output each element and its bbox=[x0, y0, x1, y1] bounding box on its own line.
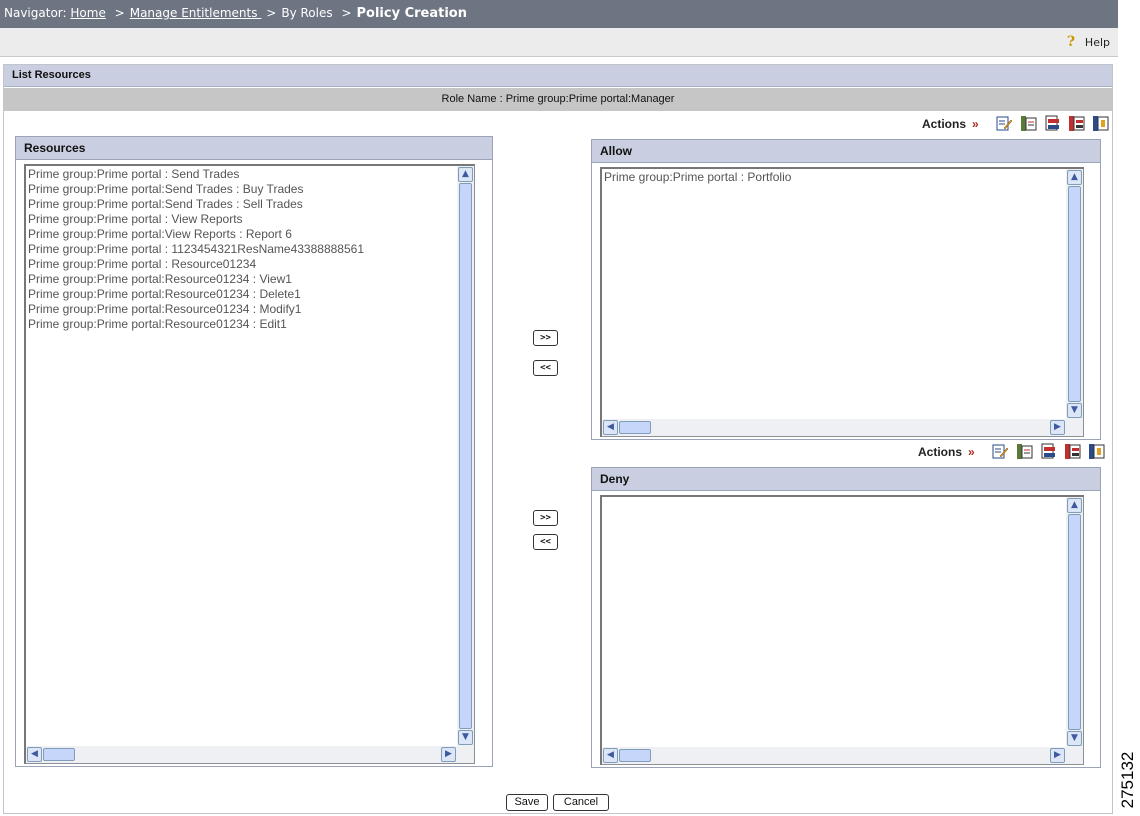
scroll-right-icon[interactable]: ▶ bbox=[1050, 748, 1065, 763]
help-link[interactable]: ? Help bbox=[1067, 35, 1110, 49]
breadcrumb-manage-entitlements-link[interactable]: Manage Entitlements bbox=[130, 6, 262, 20]
scroll-down-icon[interactable]: ▼ bbox=[1067, 403, 1082, 418]
scroll-thumb[interactable] bbox=[619, 421, 651, 434]
resources-horizontal-scrollbar[interactable]: ◀ ▶ bbox=[26, 746, 457, 763]
list-item[interactable]: Prime group:Prime portal : View Reports bbox=[28, 212, 456, 227]
remove-from-deny-button[interactable]: << bbox=[533, 534, 558, 550]
list-item[interactable]: Prime group:Prime portal:Resource01234 :… bbox=[28, 317, 456, 332]
copy-policy-icon[interactable] bbox=[1044, 115, 1061, 132]
delete-policy-icon[interactable] bbox=[1064, 443, 1081, 460]
save-button[interactable]: Save bbox=[506, 794, 548, 811]
deny-horizontal-scrollbar[interactable]: ◀ ▶ bbox=[602, 747, 1066, 764]
scroll-up-icon[interactable]: ▲ bbox=[1067, 170, 1082, 185]
resources-listbox[interactable]: Prime group:Prime portal : Send Trades Pr… bbox=[24, 164, 475, 764]
copy-policy-icon[interactable] bbox=[1040, 443, 1057, 460]
navigator-label: Navigator: bbox=[4, 6, 67, 20]
figure-number: 275132 bbox=[1116, 745, 1140, 815]
breadcrumb-home-link[interactable]: Home bbox=[70, 6, 105, 20]
view-policy-icon[interactable] bbox=[1092, 115, 1109, 132]
resources-title: Resources bbox=[16, 137, 492, 160]
list-item[interactable]: Prime group:Prime portal:Resource01234 :… bbox=[28, 272, 456, 287]
allow-horizontal-scrollbar[interactable]: ◀ ▶ bbox=[602, 419, 1066, 436]
allow-listbox[interactable]: Prime group:Prime portal : Portfolio ▲ ▼… bbox=[600, 167, 1084, 437]
breadcrumb-separator: > bbox=[114, 6, 125, 20]
list-item[interactable]: Prime group:Prime portal : Send Trades bbox=[28, 167, 456, 182]
allow-panel: Allow Prime group:Prime portal : Portfol… bbox=[591, 139, 1101, 440]
delete-policy-icon[interactable] bbox=[1068, 115, 1085, 132]
list-resources-frame: List Resources Role Name : Prime group:P… bbox=[3, 64, 1113, 814]
scroll-thumb[interactable] bbox=[619, 749, 651, 762]
deny-items bbox=[604, 497, 1065, 746]
navigator-bar: Navigator: Home > Manage Entitlements > By… bbox=[0, 0, 1118, 28]
scroll-thumb[interactable] bbox=[459, 183, 472, 729]
scroll-left-icon[interactable]: ◀ bbox=[27, 747, 42, 762]
deny-vertical-scrollbar[interactable]: ▲ ▼ bbox=[1066, 497, 1083, 747]
scroll-up-icon[interactable]: ▲ bbox=[1067, 498, 1082, 513]
deny-panel: Deny ▲ ▼ ◀ ▶ bbox=[591, 467, 1101, 768]
list-item[interactable]: Prime group:Prime portal:Send Trades : B… bbox=[28, 182, 456, 197]
add-policy-icon[interactable] bbox=[1020, 115, 1037, 132]
list-item[interactable]: Prime group:Prime portal:View Reports : … bbox=[28, 227, 456, 242]
move-to-deny-button[interactable]: >> bbox=[533, 510, 558, 526]
scroll-right-icon[interactable]: ▶ bbox=[1050, 420, 1065, 435]
resources-items: Prime group:Prime portal : Send Trades Pr… bbox=[28, 166, 456, 745]
section-title: List Resources bbox=[4, 65, 1112, 87]
scroll-corner bbox=[1066, 747, 1083, 764]
remove-from-allow-button[interactable]: << bbox=[533, 360, 558, 376]
edit-icon[interactable] bbox=[996, 115, 1013, 132]
breadcrumb-by-roles: By Roles bbox=[281, 6, 333, 20]
scroll-down-icon[interactable]: ▼ bbox=[458, 730, 473, 745]
actions-chevron-icon: » bbox=[968, 444, 975, 459]
list-item[interactable]: Prime group:Prime portal:Resource01234 :… bbox=[28, 302, 456, 317]
allow-items: Prime group:Prime portal : Portfolio bbox=[604, 169, 1065, 418]
move-to-allow-button[interactable]: >> bbox=[533, 330, 558, 346]
actions-label: Actions bbox=[922, 116, 967, 131]
add-policy-icon[interactable] bbox=[1016, 443, 1033, 460]
deny-title: Deny bbox=[592, 468, 1100, 491]
scroll-corner bbox=[1066, 419, 1083, 436]
scroll-thumb[interactable] bbox=[1068, 186, 1081, 402]
list-item[interactable]: Prime group:Prime portal:Send Trades : S… bbox=[28, 197, 456, 212]
scroll-left-icon[interactable]: ◀ bbox=[603, 748, 618, 763]
deny-actions-toolbar: Actions » bbox=[918, 443, 1105, 460]
scroll-up-icon[interactable]: ▲ bbox=[458, 167, 473, 182]
breadcrumb-current-page: Policy Creation bbox=[356, 6, 467, 21]
help-bar: ? Help bbox=[0, 28, 1118, 57]
breadcrumb-separator: > bbox=[266, 6, 277, 20]
resources-panel: Resources Prime group:Prime portal : Sen… bbox=[15, 136, 493, 767]
allow-actions-toolbar: Actions » bbox=[922, 115, 1109, 132]
figure-number-text: 275132 bbox=[1118, 751, 1137, 809]
help-icon: ? bbox=[1066, 34, 1076, 50]
list-item[interactable]: Prime group:Prime portal : Resource01234 bbox=[28, 257, 456, 272]
scroll-down-icon[interactable]: ▼ bbox=[1067, 731, 1082, 746]
scroll-left-icon[interactable]: ◀ bbox=[603, 420, 618, 435]
help-label: Help bbox=[1084, 35, 1110, 49]
scroll-thumb[interactable] bbox=[43, 748, 75, 761]
list-item[interactable]: Prime group:Prime portal : Portfolio bbox=[604, 170, 1065, 185]
deny-listbox[interactable]: ▲ ▼ ◀ ▶ bbox=[600, 495, 1084, 765]
cancel-button[interactable]: Cancel bbox=[553, 794, 609, 811]
scroll-corner bbox=[457, 746, 474, 763]
edit-icon[interactable] bbox=[992, 443, 1009, 460]
scroll-thumb[interactable] bbox=[1068, 514, 1081, 730]
allow-title: Allow bbox=[592, 140, 1100, 163]
actions-chevron-icon: » bbox=[972, 116, 979, 131]
resources-vertical-scrollbar[interactable]: ▲ ▼ bbox=[457, 166, 474, 746]
list-item[interactable]: Prime group:Prime portal:Resource01234 :… bbox=[28, 287, 456, 302]
list-item[interactable]: Prime group:Prime portal : 1123454321Res… bbox=[28, 242, 456, 257]
role-name-bar: Role Name : Prime group:Prime portal:Man… bbox=[4, 88, 1112, 111]
actions-label: Actions bbox=[918, 444, 963, 459]
scroll-right-icon[interactable]: ▶ bbox=[441, 747, 456, 762]
view-policy-icon[interactable] bbox=[1088, 443, 1105, 460]
breadcrumb-separator: > bbox=[341, 6, 352, 20]
allow-vertical-scrollbar[interactable]: ▲ ▼ bbox=[1066, 169, 1083, 419]
